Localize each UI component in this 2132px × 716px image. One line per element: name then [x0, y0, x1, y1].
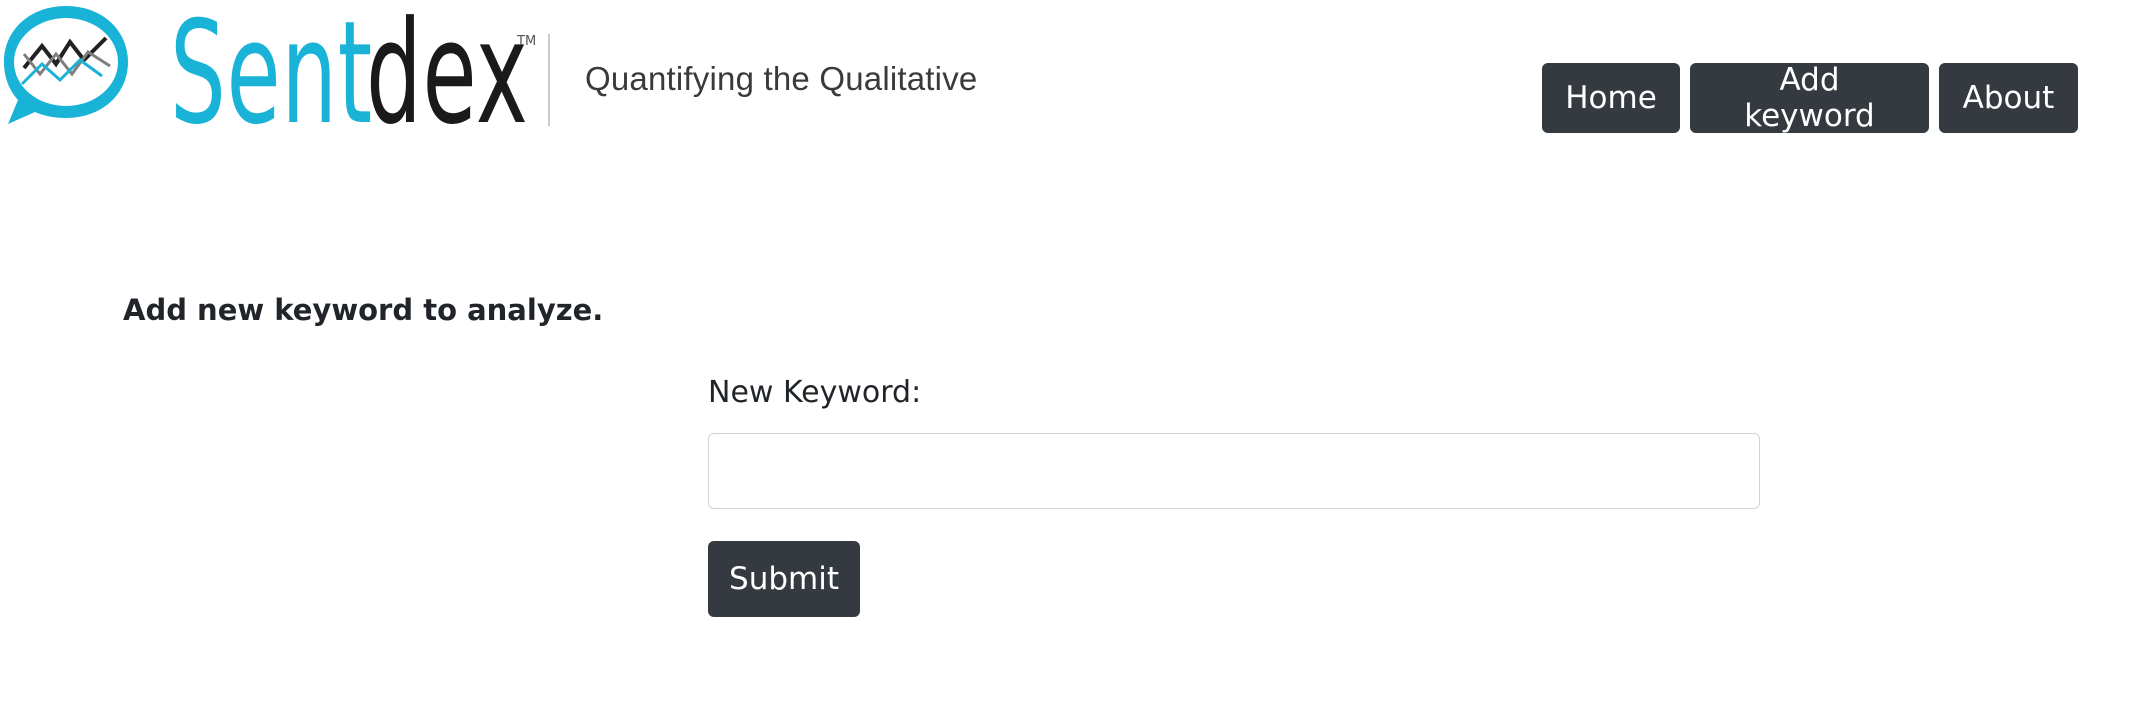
trademark-mark: TM	[517, 34, 537, 49]
nav-about-button[interactable]: About	[1939, 63, 2078, 133]
logo-word-dex: dex	[366, 0, 529, 156]
logo-wordmark: Sent dex	[170, 0, 530, 156]
site-tagline: Quantifying the Qualitative	[585, 60, 978, 97]
page-heading: Add new keyword to analyze.	[123, 293, 604, 327]
nav-add-keyword-button[interactable]: Add keyword	[1690, 62, 1929, 134]
new-keyword-label: New Keyword:	[708, 375, 922, 410]
nav-home-button[interactable]: Home	[1542, 63, 1680, 133]
page: Sent dex TM Quantifying the Qualitative …	[0, 0, 2132, 716]
submit-button[interactable]: Submit	[708, 541, 860, 617]
add-keyword-form: New Keyword: Submit	[708, 375, 1760, 617]
logo-bubble-icon	[4, 6, 128, 124]
logo-word-sent: Sent	[170, 0, 373, 156]
site-logo-link[interactable]: Sent dex TM Quantifying the Qualitative	[0, 0, 990, 156]
new-keyword-input[interactable]	[708, 433, 1760, 509]
logo-divider	[548, 34, 550, 126]
main-nav: Home Add keyword About	[1542, 62, 2078, 134]
